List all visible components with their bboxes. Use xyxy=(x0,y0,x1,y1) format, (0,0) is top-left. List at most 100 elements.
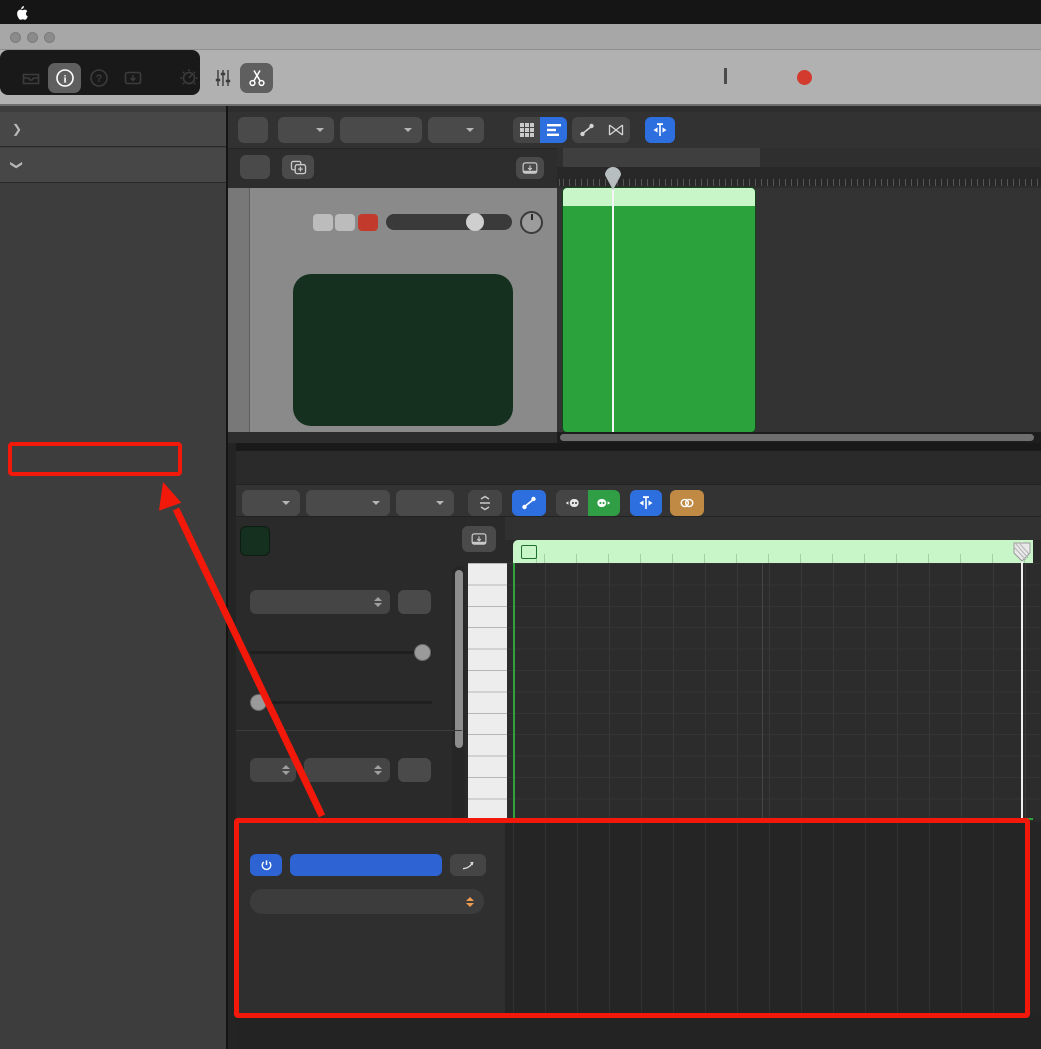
svg-text:?: ? xyxy=(95,73,102,85)
stepper-icon xyxy=(374,765,382,775)
time-quantize-dropdown[interactable] xyxy=(250,590,390,614)
chevron-down-icon: ❯ xyxy=(10,160,24,170)
duplicate-track-button[interactable] xyxy=(282,155,314,179)
pianoroll-vscroll-bar[interactable] xyxy=(455,570,463,748)
stepper-icon xyxy=(374,597,382,607)
pianoroll-view-menu[interactable] xyxy=(396,490,454,516)
piano-keyboard[interactable] xyxy=(468,563,507,820)
stepper-icon xyxy=(466,897,474,907)
logic-pro-window: i ? ❯ ❯ xyxy=(0,0,1041,1049)
automation-advanced-button[interactable] xyxy=(450,854,486,876)
chevron-right-icon: ❯ xyxy=(12,122,22,136)
track-solo-button[interactable] xyxy=(335,214,355,231)
toolbar-button[interactable] xyxy=(116,63,149,93)
minimize-window-button[interactable] xyxy=(27,32,38,43)
scale-quantize-apply-button[interactable] xyxy=(398,758,431,782)
track-record-enable-button[interactable] xyxy=(358,214,378,231)
editors-button[interactable] xyxy=(240,63,273,93)
smart-controls-button[interactable] xyxy=(172,63,205,93)
midi-region[interactable] xyxy=(563,188,755,432)
region-play-icon[interactable] xyxy=(521,545,537,559)
collapse-mode-button[interactable] xyxy=(468,490,502,516)
arrange-ruler-region-span xyxy=(563,148,760,167)
automation-panel xyxy=(236,822,505,1013)
control-bar: i ? xyxy=(0,50,1041,106)
track-mute-button[interactable] xyxy=(313,214,333,231)
mixer-button[interactable] xyxy=(206,63,239,93)
zoom-window-button[interactable] xyxy=(44,32,55,43)
region-left-border xyxy=(513,563,515,819)
scale-quantize-root-dropdown[interactable] xyxy=(250,758,296,782)
arrange-view-menu[interactable] xyxy=(428,117,484,143)
close-window-button[interactable] xyxy=(10,32,21,43)
strength-slider[interactable] xyxy=(250,651,432,654)
track-inspector-header[interactable]: ❯ xyxy=(0,148,226,183)
grid-view-button[interactable] xyxy=(513,117,540,143)
chevron-down-icon xyxy=(282,501,290,505)
midi-out-button[interactable] xyxy=(588,490,620,516)
automation-curve[interactable] xyxy=(505,822,1041,1013)
midi-draw-button[interactable] xyxy=(512,490,546,516)
bottom-spacer xyxy=(228,1013,1041,1049)
pianoroll-ruler[interactable] xyxy=(505,517,1041,540)
library-button[interactable] xyxy=(14,63,47,93)
arrange-functions-menu[interactable] xyxy=(340,117,422,143)
pianoroll-playhead-marker[interactable] xyxy=(1013,541,1031,563)
chevron-down-icon xyxy=(436,501,444,505)
track-header-toolbar xyxy=(228,149,557,188)
scale-quantize-mode-dropdown[interactable] xyxy=(304,758,390,782)
track-number[interactable] xyxy=(228,188,250,432)
back-navigation-button[interactable] xyxy=(238,117,268,143)
list-view-button[interactable] xyxy=(540,117,567,143)
editor-window-button[interactable] xyxy=(462,526,496,552)
track-header[interactable] xyxy=(250,188,557,432)
arrange-hscroll-bar[interactable] xyxy=(560,434,1034,441)
inspector-button[interactable]: i xyxy=(48,63,81,93)
arrange-playhead-line[interactable] xyxy=(612,186,614,432)
catch-playhead-button[interactable] xyxy=(645,117,675,143)
track-volume-slider[interactable] xyxy=(386,214,512,230)
automation-power-button[interactable] xyxy=(250,854,282,876)
volume-slider-knob[interactable] xyxy=(466,213,484,231)
pianoroll-edit-menu[interactable] xyxy=(242,490,300,516)
apple-icon[interactable] xyxy=(14,4,28,20)
automation-parameter-dropdown[interactable] xyxy=(250,889,484,914)
chevron-down-icon xyxy=(404,128,412,132)
divider xyxy=(236,730,462,731)
link-button[interactable] xyxy=(670,490,704,516)
automation-mode-button[interactable] xyxy=(290,854,442,876)
track-header-config-button[interactable] xyxy=(516,157,544,179)
pianoroll-note-grid[interactable] xyxy=(507,563,1041,820)
editor-track-icon xyxy=(240,526,270,556)
playhead-marker[interactable] xyxy=(604,167,622,191)
record-button[interactable] xyxy=(797,70,812,85)
swing-slider-knob[interactable] xyxy=(250,694,267,711)
pianoroll-functions-menu[interactable] xyxy=(306,490,390,516)
music-note-icon xyxy=(241,527,269,555)
arrange-toolbar xyxy=(228,112,1041,149)
strength-slider-knob[interactable] xyxy=(414,644,431,661)
arrange-edit-menu[interactable] xyxy=(278,117,334,143)
svg-text:i: i xyxy=(63,74,66,86)
left-gutter xyxy=(228,443,236,1049)
add-track-button[interactable] xyxy=(240,155,270,179)
quick-help-button[interactable]: ? xyxy=(82,63,115,93)
region-bottom-border xyxy=(513,818,1033,820)
swing-slider[interactable] xyxy=(250,701,432,704)
chevron-down-icon xyxy=(372,501,380,505)
go-to-beginning-button[interactable] xyxy=(724,68,728,84)
menu-bar xyxy=(0,0,1041,24)
midi-in-button[interactable] xyxy=(556,490,588,516)
region-name-label xyxy=(563,188,755,206)
pianoroll-catch-button[interactable] xyxy=(630,490,662,516)
pianoroll-region-strip[interactable] xyxy=(513,540,1033,563)
goto-begin-bar xyxy=(724,68,728,84)
pianoroll-playhead-line[interactable] xyxy=(1021,541,1023,820)
time-quantize-apply-button[interactable] xyxy=(398,590,431,614)
flex-crossfade-button[interactable] xyxy=(601,117,630,143)
region-inspector-header[interactable]: ❯ xyxy=(0,112,226,147)
automation-button[interactable] xyxy=(572,117,601,143)
track-icon-tile[interactable] xyxy=(293,274,513,426)
arrange-ruler-ticks[interactable] xyxy=(557,167,1041,186)
track-pan-knob[interactable] xyxy=(520,211,543,234)
